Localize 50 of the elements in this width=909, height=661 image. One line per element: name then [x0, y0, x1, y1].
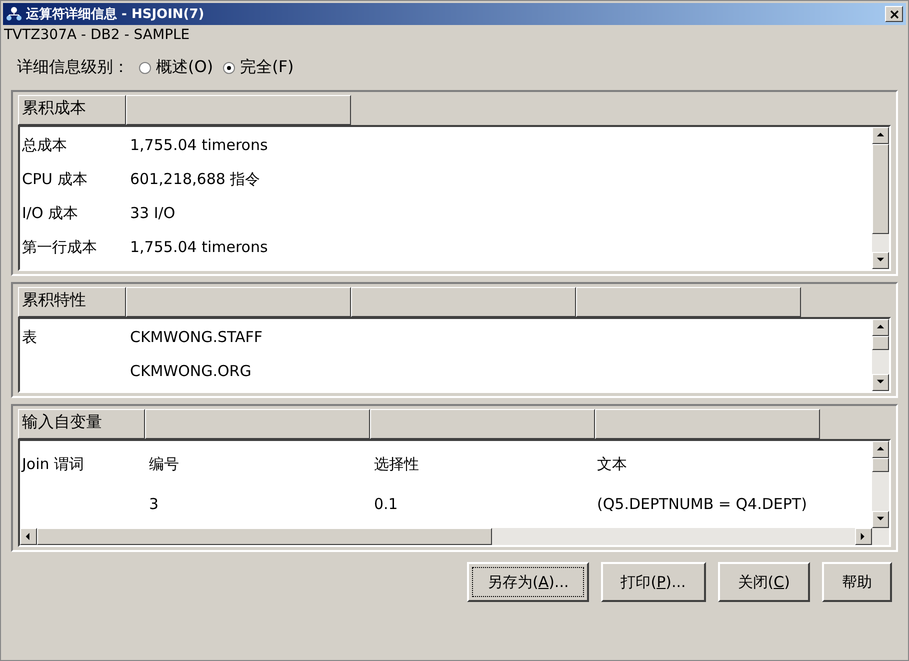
- column-header[interactable]: [370, 409, 595, 439]
- table-cell-text: 第一行成本: [21, 238, 98, 256]
- table-cell-text: CKMWONG.ORG: [129, 362, 252, 380]
- close-button[interactable]: [885, 6, 903, 22]
- vertical-scrollbar[interactable]: [872, 319, 889, 391]
- radio-label[interactable]: 完全(F): [240, 57, 294, 78]
- network-icon: [6, 6, 22, 22]
- column-header[interactable]: [145, 409, 370, 439]
- column-header[interactable]: 累积特性: [18, 287, 126, 317]
- table-cell-text: 3: [148, 495, 160, 513]
- close-icon: [890, 10, 898, 18]
- column-header[interactable]: [126, 287, 351, 317]
- window-title: 运算符详细信息 - HSJOIN(7): [26, 6, 206, 23]
- table-cell-text: 601,218,688 指令: [129, 170, 262, 188]
- vertical-scrollbar[interactable]: [872, 127, 889, 269]
- table-cell-text: I/O 成本: [21, 204, 80, 222]
- table-cell-text: 1,755.04 timerons: [129, 136, 269, 154]
- scroll-thumb[interactable]: [872, 458, 889, 472]
- table-cell-text: Join 谓词: [20, 454, 86, 474]
- dialog-button[interactable]: 帮助: [822, 562, 892, 602]
- radio-label[interactable]: 概述(O): [156, 57, 214, 78]
- column-header[interactable]: [576, 287, 801, 317]
- vertical-scrollbar[interactable]: [872, 441, 889, 528]
- table-cell-text: 1,755.04 timerons: [129, 238, 269, 256]
- radio-button[interactable]: [139, 62, 151, 74]
- dialog-button[interactable]: 另存为(A)...: [467, 562, 589, 602]
- horizontal-scrollbar[interactable]: [20, 528, 889, 545]
- radio-button[interactable]: [223, 62, 236, 74]
- dialog-button[interactable]: 打印(P)...: [600, 562, 706, 602]
- dialog-button[interactable]: 关闭(C): [718, 562, 810, 602]
- column-header[interactable]: 累积成本: [18, 95, 126, 125]
- column-header[interactable]: [595, 409, 820, 439]
- scroll-thumb[interactable]: [872, 144, 889, 234]
- table-cell-text: CKMWONG.STAFF: [129, 328, 264, 346]
- column-header[interactable]: [126, 95, 351, 125]
- table-cell-text: 文本: [596, 454, 628, 474]
- scroll-thumb[interactable]: [872, 336, 889, 350]
- table-cell-text: 编号: [148, 454, 180, 474]
- column-header[interactable]: 输入自变量: [18, 409, 145, 439]
- connection-label: TVTZ307A - DB2 - SAMPLE: [3, 26, 191, 45]
- table-cell-text: 33 I/O: [129, 204, 176, 222]
- table-cell-text: (Q5.DEPTNUMB = Q4.DEPT): [596, 495, 808, 513]
- table-cell-text: 总成本: [21, 136, 68, 154]
- table-cell-text: 0.1: [373, 495, 399, 513]
- detail-level-label: 详细信息级别：: [17, 57, 129, 78]
- column-header[interactable]: [351, 287, 576, 317]
- table-cell-text: 选择性: [373, 454, 420, 474]
- table-cell-text: 表: [21, 328, 38, 346]
- table-cell-text: CPU 成本: [21, 170, 88, 188]
- scroll-thumb[interactable]: [37, 528, 492, 545]
